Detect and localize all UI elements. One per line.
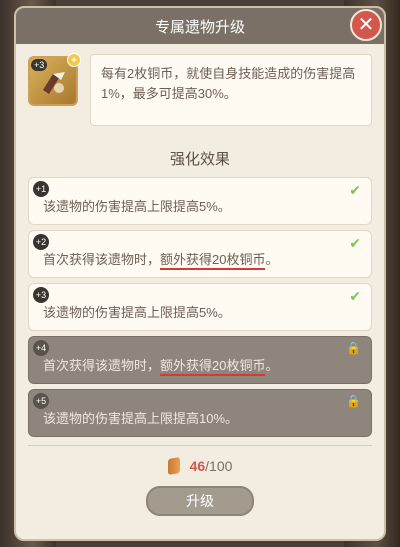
effect-item-4: +4 首次获得该遗物时，额外获得20枚铜币。 🔒	[28, 336, 372, 384]
effect-level-badge: +4	[33, 340, 49, 356]
relic-description: 每有2枚铜币，就使自身技能造成的伤害提高1%，最多可提高30%。	[90, 54, 372, 126]
coin-counter: 46 /100	[16, 456, 384, 476]
check-icon: ✔	[349, 182, 361, 198]
effect-level-badge: +3	[33, 287, 49, 303]
upgrade-button[interactable]: 升级	[146, 486, 254, 516]
close-button[interactable]: ✕	[350, 9, 382, 41]
effect-level-badge: +1	[33, 181, 49, 197]
effect-level-badge: +2	[33, 234, 49, 250]
relic-art-icon	[43, 72, 65, 94]
effects-list: +1 该遗物的伤害提高上限提高5%。 ✔ +2 首次获得该遗物时，额外获得20枚…	[16, 177, 384, 437]
dialog-title: 专属遗物升级	[154, 18, 245, 36]
effect-text: 首次获得该遗物时，	[43, 252, 161, 267]
section-title: 强化效果	[169, 151, 230, 168]
effect-text-end: 。	[265, 252, 279, 267]
effect-level-badge: +5	[33, 393, 49, 409]
effect-item-2: +2 首次获得该遗物时，额外获得20枚铜币。 ✔	[28, 230, 372, 278]
check-icon: ✔	[349, 235, 361, 251]
close-icon: ✕	[357, 14, 375, 36]
effect-text-end: 。	[265, 358, 279, 373]
effect-item-1: +1 该遗物的伤害提高上限提高5%。 ✔	[28, 177, 372, 225]
effect-text: 该遗物的伤害提高上限提高10%。	[43, 411, 239, 426]
coin-total: /100	[205, 458, 233, 474]
effect-item-3: +3 该遗物的伤害提高上限提高5%。 ✔	[28, 283, 372, 331]
star-icon: ✦	[67, 53, 81, 67]
divider	[28, 445, 372, 446]
effect-highlight: 额外获得20枚铜币	[160, 358, 266, 376]
effect-text: 该遗物的伤害提高上限提高5%。	[43, 199, 231, 214]
effect-text: 该遗物的伤害提高上限提高5%。	[43, 305, 231, 320]
effect-highlight: 额外获得20枚铜币	[160, 252, 266, 270]
effect-text: 首次获得该遗物时，	[43, 358, 161, 373]
coin-current: 46	[189, 458, 206, 474]
dialog-header: 专属遗物升级 ✕	[16, 8, 384, 44]
relic-icon[interactable]: +3 ✦	[28, 53, 81, 106]
effect-item-5: +5 该遗物的伤害提高上限提高10%。 🔒	[28, 389, 372, 437]
coin-icon	[167, 456, 180, 476]
check-icon: ✔	[349, 288, 361, 304]
relic-upgrade-dialog: 专属遗物升级 ✕ +3 ✦ 每有2枚铜币，就使自身技能造成的伤害提高1%，最多可…	[14, 6, 386, 541]
lock-icon: 🔒	[346, 341, 361, 355]
relic-info: +3 ✦ 每有2枚铜币，就使自身技能造成的伤害提高1%，最多可提高30%。	[16, 44, 384, 142]
lock-icon: 🔒	[346, 394, 361, 408]
